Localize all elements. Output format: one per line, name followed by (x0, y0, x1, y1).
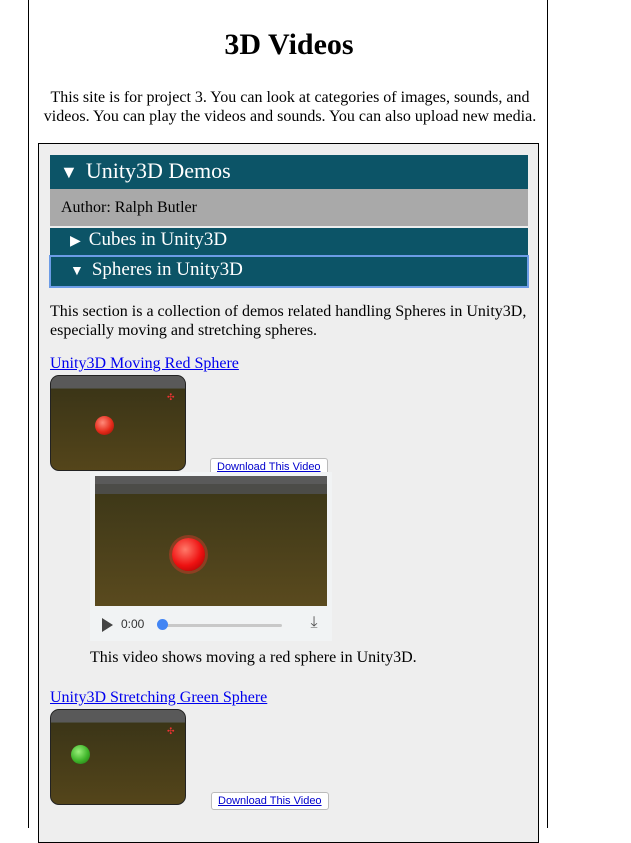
subsection-description: This section is a collection of demos re… (50, 303, 527, 339)
video-thumbnail-red-sphere[interactable]: ✣ (50, 375, 186, 471)
red-sphere-icon (95, 416, 114, 435)
green-sphere-icon (71, 745, 90, 764)
video-link-red-sphere[interactable]: Unity3D Moving Red Sphere (50, 355, 239, 373)
player-controls: 0:00 ⤓ (90, 606, 332, 641)
current-time: 0:00 (121, 617, 145, 631)
expanded-triangle-icon: ▼ (70, 264, 84, 279)
subsection-spheres-in-unity3d[interactable]: ▼ Spheres in Unity3D (49, 255, 529, 288)
video-frame (95, 476, 327, 606)
red-sphere-icon (172, 538, 205, 571)
author-bar: Author: Ralph Butler (50, 189, 528, 226)
editor-toolbar (51, 710, 185, 722)
download-video-button[interactable]: Download This Video (211, 792, 329, 810)
page-title: 3D Videos (224, 28, 354, 61)
seek-bar[interactable] (160, 624, 282, 627)
author-text: Author: Ralph Butler (61, 199, 197, 216)
category-panel: ▼ Unity3D Demos Author: Ralph Butler ▶ Cub… (38, 143, 539, 843)
play-icon[interactable] (102, 618, 113, 632)
subsection-title: Spheres in Unity3D (91, 259, 243, 280)
seek-handle[interactable] (157, 619, 168, 630)
axis-gizmo-icon: ✣ (167, 392, 175, 402)
video-link-green-sphere[interactable]: Unity3D Stretching Green Sphere (50, 689, 267, 707)
category-title: Unity3D Demos (85, 158, 231, 183)
download-icon[interactable]: ⤓ (306, 614, 322, 634)
expanded-triangle-icon: ▼ (60, 162, 78, 182)
collapsed-triangle-icon: ▶ (70, 234, 81, 249)
subsection-cubes-in-unity3d[interactable]: ▶ Cubes in Unity3D (50, 228, 528, 255)
video-caption: This video shows moving a red sphere in … (90, 649, 417, 666)
editor-toolbar (51, 376, 185, 388)
axis-gizmo-icon: ✣ (167, 726, 175, 736)
video-thumbnail-green-sphere[interactable]: ✣ (50, 709, 186, 805)
video-player[interactable]: 0:00 ⤓ (90, 472, 332, 641)
category-header-unity3d-demos[interactable]: ▼ Unity3D Demos (50, 155, 528, 189)
intro-text: This site is for project 3. You can look… (43, 89, 537, 125)
subsection-title: Cubes in Unity3D (88, 229, 228, 250)
